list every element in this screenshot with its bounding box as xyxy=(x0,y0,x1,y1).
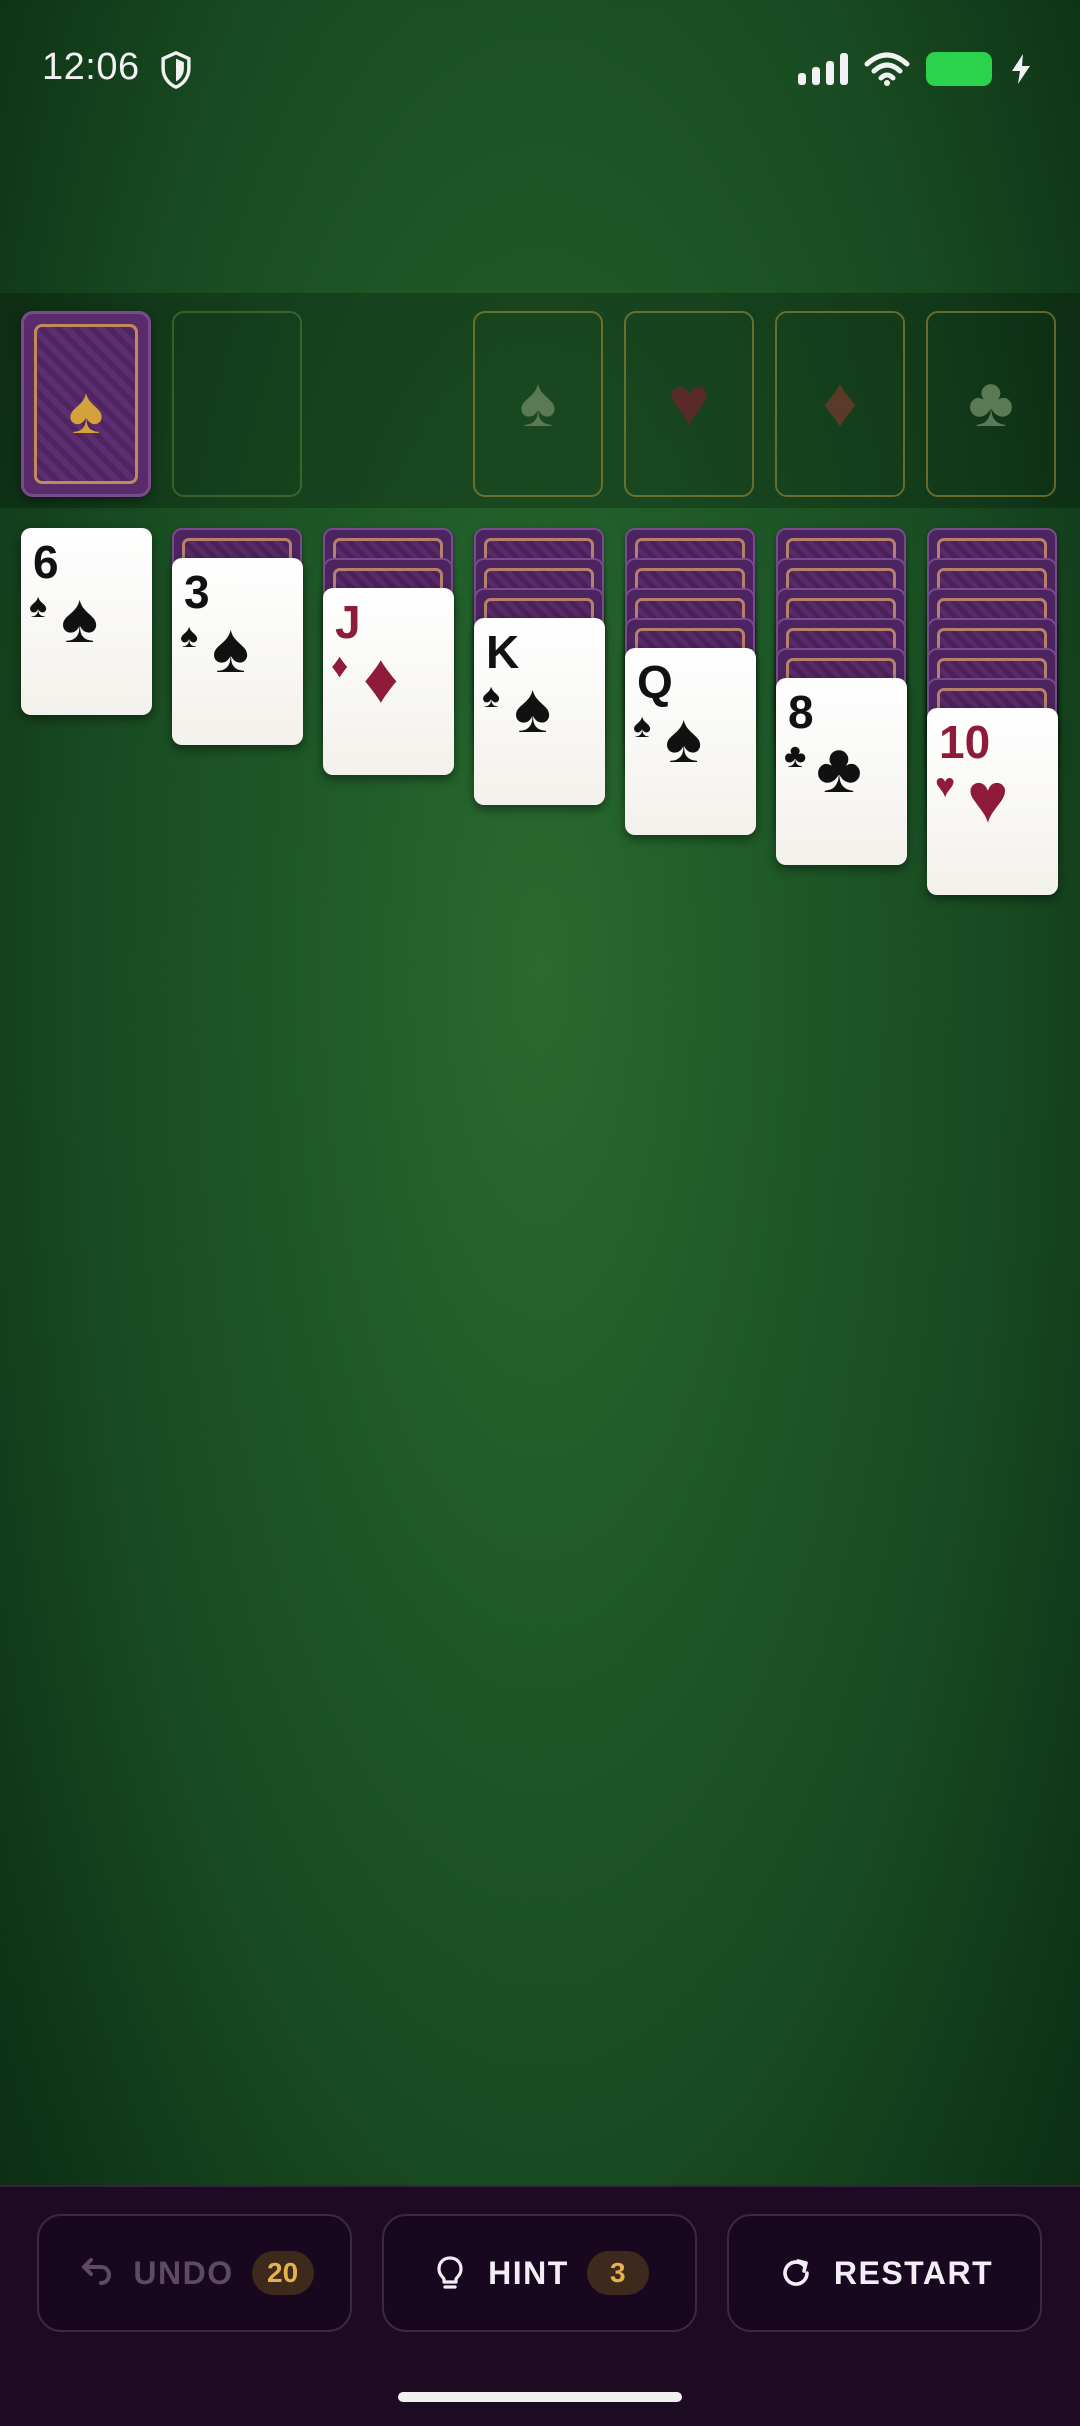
hint-button[interactable]: HINT 3 xyxy=(382,2214,697,2332)
restart-icon xyxy=(783,2259,809,2286)
spade-icon: ♠ xyxy=(482,677,501,715)
status-time: 12:06 xyxy=(42,46,140,88)
tableau-card[interactable]: Q ♠ ♠ xyxy=(625,648,756,835)
undo-button[interactable]: UNDO 20 xyxy=(37,2214,352,2332)
spade-icon: ♠ xyxy=(633,707,652,745)
card-rank: 3 xyxy=(184,566,210,618)
card-rank: 6 xyxy=(33,536,59,588)
club-icon: ♣ xyxy=(816,729,862,807)
spade-icon: ♠ xyxy=(514,669,552,747)
heart-icon: ♥ xyxy=(935,767,956,805)
spade-icon: ♠ xyxy=(68,373,104,447)
heart-icon: ♥ xyxy=(668,363,710,441)
foundation-hearts[interactable]: ♥ xyxy=(624,311,754,497)
undo-count-badge: 20 xyxy=(251,2251,314,2295)
stock-pile[interactable]: ♠ xyxy=(21,311,151,497)
diamond-icon: ♦ xyxy=(822,363,858,441)
card-rank: 8 xyxy=(788,686,814,738)
status-bar: 12:06 xyxy=(0,0,1080,140)
diamond-icon: ♦ xyxy=(363,639,399,717)
spade-icon: ♠ xyxy=(212,609,250,687)
shield-icon xyxy=(161,50,191,89)
undo-label: UNDO xyxy=(133,2254,234,2291)
tableau-card[interactable]: K ♠ ♠ xyxy=(474,618,605,805)
tableau-card[interactable]: 6 ♠ ♠ xyxy=(21,528,152,715)
restart-label: RESTART xyxy=(833,2254,994,2291)
club-icon: ♣ xyxy=(784,737,807,775)
undo-icon xyxy=(82,2258,112,2285)
tableau-card[interactable]: 3 ♠ ♠ xyxy=(172,558,303,745)
card-rank: J xyxy=(335,596,361,648)
waste-pile[interactable] xyxy=(172,311,302,497)
hint-label: HINT xyxy=(488,2254,569,2291)
spade-icon: ♠ xyxy=(180,617,199,655)
lightbulb-icon xyxy=(437,2256,463,2289)
club-icon: ♣ xyxy=(968,363,1014,441)
spade-icon: ♠ xyxy=(665,699,703,777)
charging-bolt-icon xyxy=(1012,54,1030,84)
home-indicator[interactable] xyxy=(398,2392,682,2402)
tableau-card[interactable]: 10 ♥ ♥ xyxy=(927,708,1058,895)
battery-icon xyxy=(926,52,992,86)
hint-count-badge: 3 xyxy=(586,2251,649,2295)
spade-icon: ♠ xyxy=(29,587,48,625)
foundation-spades[interactable]: ♠ xyxy=(473,311,603,497)
cell-signal-icon xyxy=(798,53,848,85)
diamond-icon: ♦ xyxy=(331,647,349,685)
spade-icon: ♠ xyxy=(61,579,99,657)
heart-icon: ♥ xyxy=(967,759,1009,837)
foundation-clubs[interactable]: ♣ xyxy=(926,311,1056,497)
foundation-diamonds[interactable]: ♦ xyxy=(775,311,905,497)
tableau-card[interactable]: 8 ♣ ♣ xyxy=(776,678,907,865)
spade-icon: ♠ xyxy=(519,363,557,441)
tableau-card[interactable]: J ♦ ♦ xyxy=(323,588,454,775)
restart-button[interactable]: RESTART xyxy=(727,2214,1042,2332)
wifi-icon xyxy=(864,52,910,86)
